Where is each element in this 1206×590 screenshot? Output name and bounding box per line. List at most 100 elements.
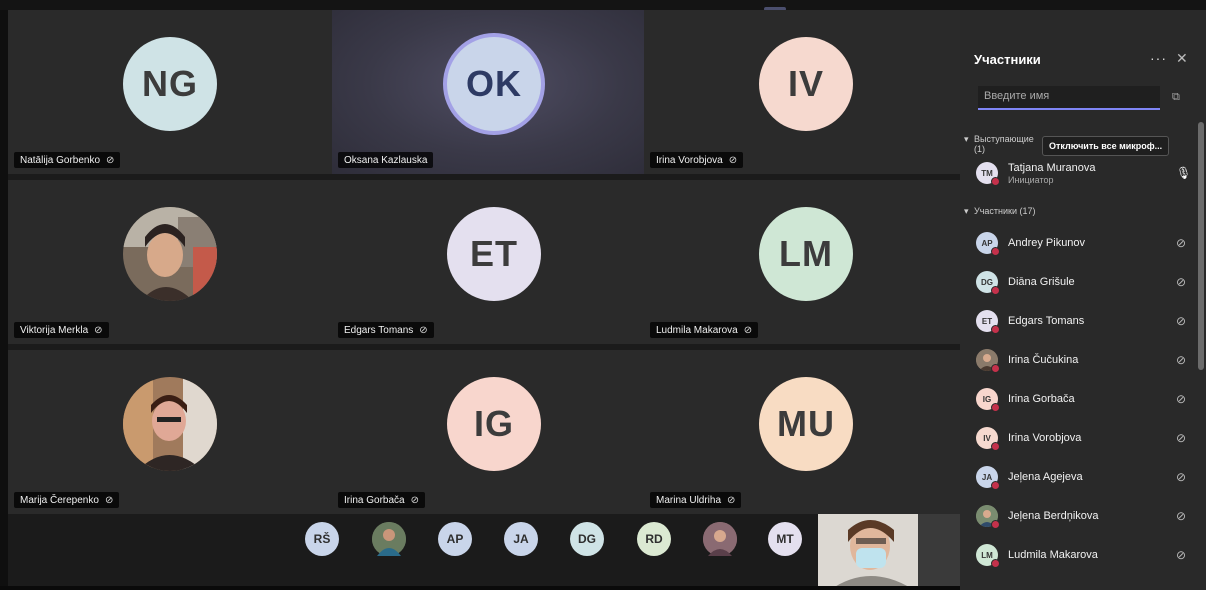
participant-name-tag: Ludmila Makarova ⊘ bbox=[650, 322, 759, 338]
participant-row[interactable]: Jeļena Berdņikova ⊘ bbox=[976, 505, 1196, 531]
status-dot bbox=[991, 286, 1000, 295]
participant-name-tag: Marina Uldriha ⊘ bbox=[650, 492, 742, 508]
avatar: LM bbox=[759, 207, 853, 301]
close-icon[interactable]: ✕ bbox=[1176, 50, 1188, 67]
attendees-collapse-icon[interactable]: ▾ bbox=[964, 206, 969, 217]
strip-avatar[interactable]: MT bbox=[768, 522, 802, 556]
status-dot bbox=[991, 481, 1000, 490]
avatar: OK bbox=[447, 37, 541, 131]
video-tile-active-speaker[interactable]: OK Oksana Kazlauska bbox=[332, 10, 656, 174]
mic-muted-icon[interactable]: ⊘ bbox=[1176, 314, 1186, 328]
mic-muted-icon: ⊘ bbox=[410, 494, 419, 506]
participant-name: Andrey Pikunov bbox=[1008, 237, 1086, 249]
strip-avatar[interactable]: AP bbox=[438, 522, 472, 556]
participant-row[interactable]: LM Ludmila Makarova ⊘ bbox=[976, 544, 1196, 570]
mic-muted-icon: ⊘ bbox=[728, 154, 738, 166]
mic-muted-icon[interactable]: ⊘ bbox=[1176, 470, 1186, 484]
avatar: IV bbox=[759, 37, 853, 131]
status-dot bbox=[991, 442, 1000, 451]
video-tile[interactable]: ET Edgars Tomans ⊘ bbox=[332, 180, 656, 344]
top-bar bbox=[0, 0, 1206, 11]
video-tile[interactable]: MU Marina Uldriha ⊘ bbox=[644, 350, 968, 514]
strip-avatar-photo[interactable] bbox=[703, 522, 737, 556]
video-tile[interactable]: NG Natālija Gorbenko ⊘ bbox=[8, 10, 332, 174]
participant-name: Diāna Grišule bbox=[1008, 276, 1075, 288]
participant-name: Ludmila Makarova bbox=[656, 324, 738, 336]
share-invite-icon[interactable]: ⧉ bbox=[1172, 91, 1180, 104]
mic-muted-icon[interactable]: ⊘ bbox=[1176, 548, 1186, 562]
participant-name-tag: Viktorija Merkla ⊘ bbox=[14, 322, 109, 338]
participant-name-tag: Natālija Gorbenko ⊘ bbox=[14, 152, 121, 168]
participant-name-tag: Marija Čerepenko ⊘ bbox=[14, 492, 120, 508]
video-stage: NG Natālija Gorbenko ⊘ OK Oksana Kazlausk… bbox=[8, 10, 968, 586]
participant-name: Irina Vorobjova bbox=[1008, 432, 1082, 444]
avatar: ET bbox=[447, 207, 541, 301]
profile-photo bbox=[123, 207, 217, 301]
participant-name-tag: Oksana Kazlauska bbox=[338, 152, 434, 168]
participant-name: Edgars Tomans bbox=[1008, 315, 1085, 327]
mic-muted-icon: ⊘ bbox=[743, 324, 753, 336]
avatar: IG bbox=[447, 377, 541, 471]
participant-name: Jeļena Agejeva bbox=[1008, 471, 1083, 483]
mic-muted-icon: ⊘ bbox=[104, 494, 114, 506]
participant-name: Marija Čerepenko bbox=[20, 494, 99, 506]
avatar: NG bbox=[123, 37, 217, 131]
more-options-icon[interactable]: ··· bbox=[1150, 50, 1167, 66]
participant-name-tag: Edgars Tomans ⊘ bbox=[338, 322, 434, 338]
participant-name: Irina Čučukina bbox=[1008, 354, 1079, 366]
status-dot bbox=[991, 403, 1000, 412]
mic-muted-icon[interactable]: ⊘ bbox=[1176, 509, 1186, 523]
mic-muted-icon: ⊘ bbox=[727, 494, 736, 506]
strip-avatar[interactable]: RŠ bbox=[305, 522, 339, 556]
participant-name: Irina Vorobjova bbox=[656, 154, 723, 166]
participant-name-tag: Irina Gorbača ⊘ bbox=[338, 492, 425, 508]
strip-avatar-photo[interactable] bbox=[372, 522, 406, 556]
video-tile[interactable]: IG Irina Gorbača ⊘ bbox=[332, 350, 656, 514]
participant-row[interactable]: AP Andrey Pikunov ⊘ bbox=[976, 232, 1196, 258]
participant-row[interactable]: IG Irina Gorbača ⊘ bbox=[976, 388, 1196, 414]
participant-row[interactable]: Irina Čučukina ⊘ bbox=[976, 349, 1196, 375]
participant-name: Oksana Kazlauska bbox=[344, 154, 428, 166]
status-dot bbox=[991, 247, 1000, 256]
video-tile[interactable]: LM Ludmila Makarova ⊘ bbox=[644, 180, 968, 344]
participant-row[interactable]: DG Diāna Grišule ⊘ bbox=[976, 271, 1196, 297]
participant-name: Edgars Tomans bbox=[344, 324, 414, 336]
participant-name-tag: Irina Vorobjova ⊘ bbox=[650, 152, 744, 168]
participant-name: Natālija Gorbenko bbox=[20, 154, 101, 166]
mic-muted-icon[interactable]: ⊘ bbox=[1176, 236, 1186, 250]
participant-row[interactable]: ET Edgars Tomans ⊘ bbox=[976, 310, 1196, 336]
status-dot bbox=[991, 559, 1000, 568]
status-dot bbox=[991, 177, 1000, 186]
mic-icon[interactable]: 🎙 bbox=[1176, 166, 1191, 180]
mic-muted-icon[interactable]: ⊘ bbox=[1176, 353, 1186, 367]
participant-name: Irina Gorbača bbox=[1008, 393, 1075, 405]
video-tile[interactable]: Marija Čerepenko ⊘ bbox=[8, 350, 332, 514]
presenters-collapse-icon[interactable]: ▾ bbox=[964, 134, 969, 145]
participant-row[interactable]: JA Jeļena Agejeva ⊘ bbox=[976, 466, 1196, 492]
mic-muted-icon: ⊘ bbox=[94, 324, 103, 336]
mic-muted-icon[interactable]: ⊘ bbox=[1176, 275, 1186, 289]
strip-avatar[interactable]: DG bbox=[570, 522, 604, 556]
participant-name: Irina Gorbača bbox=[344, 494, 405, 506]
strip-avatar[interactable]: RD bbox=[637, 522, 671, 556]
mic-muted-icon[interactable]: ⊘ bbox=[1176, 431, 1186, 445]
panel-scrollbar[interactable] bbox=[1198, 122, 1204, 370]
participant-row[interactable]: IV Irina Vorobjova ⊘ bbox=[976, 427, 1196, 453]
participant-name: Marina Uldriha bbox=[656, 494, 722, 506]
participant-row[interactable]: TM Tatjana Muranova Инициатор 🎙 bbox=[976, 162, 1196, 188]
mic-muted-icon[interactable]: ⊘ bbox=[1176, 392, 1186, 406]
status-dot bbox=[991, 325, 1000, 334]
status-dot bbox=[991, 364, 1000, 373]
self-video-preview[interactable] bbox=[818, 514, 960, 590]
video-tile[interactable]: IV Irina Vorobjova ⊘ bbox=[644, 10, 968, 174]
panel-title: Участники bbox=[974, 52, 1041, 67]
participant-search-input[interactable]: Введите имя bbox=[978, 86, 1160, 110]
participant-name: Tatjana Muranova bbox=[1008, 162, 1096, 174]
profile-photo bbox=[123, 377, 217, 471]
video-tile[interactable]: Viktorija Merkla ⊘ bbox=[8, 180, 332, 344]
strip-avatar[interactable]: JA bbox=[504, 522, 538, 556]
mute-all-button[interactable]: Отключить все микроф... bbox=[1042, 136, 1170, 156]
participant-name: Ludmila Makarova bbox=[1008, 549, 1098, 561]
attendees-section-label: Участники (17) bbox=[974, 206, 1036, 216]
participant-name: Jeļena Berdņikova bbox=[1008, 510, 1099, 522]
